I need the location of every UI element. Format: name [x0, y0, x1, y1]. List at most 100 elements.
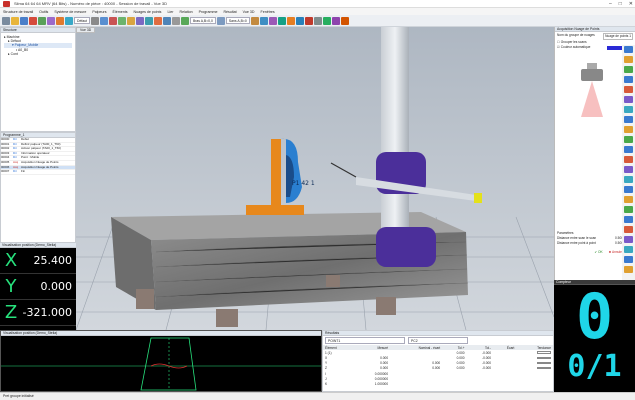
- scan-icon[interactable]: [145, 16, 153, 25]
- app-logo: [3, 1, 10, 7]
- status-text: Pret groupe initialisé: [3, 394, 34, 398]
- coord-z-row: Z -321.000: [0, 300, 76, 326]
- run-icon[interactable]: [38, 16, 46, 25]
- menu-measure-system[interactable]: Système de mesure: [54, 10, 86, 14]
- menu-structure[interactable]: Structure de travail: [3, 10, 33, 14]
- results-ref-select[interactable]: PC2: [408, 337, 468, 344]
- light-icon[interactable]: [286, 16, 295, 25]
- close-icon[interactable]: ✕: [629, 1, 633, 7]
- check-icon[interactable]: [181, 16, 189, 25]
- report-icon[interactable]: [624, 216, 633, 223]
- angle-icon[interactable]: [624, 166, 633, 173]
- table-row[interactable]: K 1.000000: [323, 381, 553, 386]
- menu-tools[interactable]: Outils: [39, 10, 48, 14]
- symmetry-icon[interactable]: [624, 176, 633, 183]
- line-icon[interactable]: [624, 56, 633, 63]
- surface-icon[interactable]: [624, 146, 633, 153]
- wire-icon[interactable]: [277, 16, 286, 25]
- cylinder-icon[interactable]: [624, 86, 633, 93]
- program-row-n: 00000: [1, 138, 10, 141]
- results-cell-nominal: [390, 381, 442, 386]
- validate-icon[interactable]: [322, 16, 331, 25]
- point-icon[interactable]: [624, 46, 633, 53]
- program-row-kind: Dir: [13, 138, 17, 141]
- cloud-name-value[interactable]: Nuage de points 1: [603, 33, 633, 40]
- rotate-icon[interactable]: [163, 16, 171, 25]
- stop-icon[interactable]: [109, 16, 117, 25]
- results-cell-tp: [442, 381, 466, 386]
- program-row-kind: Dir: [13, 156, 17, 160]
- measure-tool-icon[interactable]: [313, 16, 322, 25]
- delete-icon[interactable]: [29, 16, 37, 25]
- sphere-icon[interactable]: [624, 106, 633, 113]
- probe-icon[interactable]: [47, 16, 55, 25]
- program-row-kind: Dir: [13, 170, 17, 174]
- auto-color-option[interactable]: ☑ Couleur automatique: [557, 45, 590, 50]
- menu-result[interactable]: Résultat: [223, 10, 236, 14]
- settings-icon[interactable]: [91, 16, 99, 25]
- home-icon[interactable]: [250, 16, 259, 25]
- config-select[interactable]: Défaut: [74, 17, 90, 24]
- angle-select[interactable]: Sans A,B=0: [225, 17, 250, 24]
- projection-icon[interactable]: [624, 186, 633, 193]
- slot-icon[interactable]: [624, 116, 633, 123]
- probe-orient-icon[interactable]: [216, 16, 225, 25]
- menu-elements[interactable]: Éléments: [113, 10, 128, 14]
- compare-icon[interactable]: [624, 256, 633, 263]
- play-icon[interactable]: [118, 16, 126, 25]
- export-icon[interactable]: [340, 16, 349, 25]
- render-icon[interactable]: [268, 16, 277, 25]
- view-front-icon[interactable]: [100, 16, 108, 25]
- axis-x-value: 25.400: [33, 254, 73, 267]
- minimize-icon[interactable]: –: [609, 1, 612, 7]
- plane-icon[interactable]: [624, 66, 633, 73]
- camera-icon[interactable]: [295, 16, 304, 25]
- cloud-icon[interactable]: [136, 16, 144, 25]
- right-icon-strip: [622, 45, 635, 280]
- scanner-icon[interactable]: [624, 226, 633, 233]
- measure-icon[interactable]: [56, 16, 64, 25]
- cloud-points-icon[interactable]: [624, 236, 633, 243]
- position-panel: Visualisation position (Demo_Stelia) X 25…: [0, 243, 76, 330]
- section-icon[interactable]: [331, 16, 340, 25]
- pause-icon[interactable]: [127, 16, 135, 25]
- distance-icon[interactable]: [624, 156, 633, 163]
- menu-point-clouds[interactable]: Nuages de points: [134, 10, 162, 14]
- program-panel: Programme_1 00000 Dir Début 00001 Dir Définir…: [0, 132, 76, 243]
- probe-select[interactable]: Bras A,B=0,0: [190, 17, 216, 24]
- ok-button[interactable]: ✔ OK: [594, 250, 602, 255]
- torus-icon[interactable]: [624, 126, 633, 133]
- align-icon[interactable]: [65, 16, 73, 25]
- open-icon[interactable]: [11, 16, 19, 25]
- axis-z-value: -321.000: [22, 306, 72, 319]
- menu-view3d[interactable]: Vue 3D: [243, 10, 255, 14]
- tree-item-cont[interactable]: ▸ Cont: [4, 52, 72, 56]
- menu-bar: Structure de travail Outils Système de m…: [0, 8, 635, 15]
- mesh-icon[interactable]: [624, 246, 633, 253]
- cancel-button[interactable]: ✖ Annuler: [609, 250, 623, 255]
- window-title: Silma 64 64 64 MRV (64 Bits) - Numéro de…: [14, 1, 167, 6]
- results-element-select[interactable]: POINT1: [325, 337, 405, 344]
- circle-icon[interactable]: [624, 76, 633, 83]
- 3d-viewport[interactable]: P1 42 1: [76, 27, 554, 330]
- toolbar: Défaut Bras A,B=0,0 Sans A,B=0: [0, 15, 635, 27]
- menu-program[interactable]: Programme: [199, 10, 218, 14]
- menu-windows[interactable]: Fenêtres: [261, 10, 275, 14]
- intersect-icon[interactable]: [624, 196, 633, 203]
- grid-icon[interactable]: [172, 16, 180, 25]
- menu-relation[interactable]: Relation: [179, 10, 192, 14]
- tab-view3d[interactable]: Vue 3D: [76, 27, 96, 33]
- curve-icon[interactable]: [624, 136, 633, 143]
- program-row[interactable]: 00007 Dir Fin: [1, 170, 75, 175]
- laser-icon[interactable]: [154, 16, 162, 25]
- new-icon[interactable]: [2, 16, 10, 25]
- save-icon[interactable]: [20, 16, 28, 25]
- menu-link[interactable]: Lier: [167, 10, 173, 14]
- export-cloud-icon[interactable]: [624, 266, 633, 273]
- cone-icon[interactable]: [624, 96, 633, 103]
- record-icon[interactable]: [304, 16, 313, 25]
- maximize-icon[interactable]: □: [619, 1, 622, 7]
- menu-probes[interactable]: Palpeurs: [92, 10, 106, 14]
- zoom-icon[interactable]: [259, 16, 268, 25]
- tolerance-icon[interactable]: [624, 206, 633, 213]
